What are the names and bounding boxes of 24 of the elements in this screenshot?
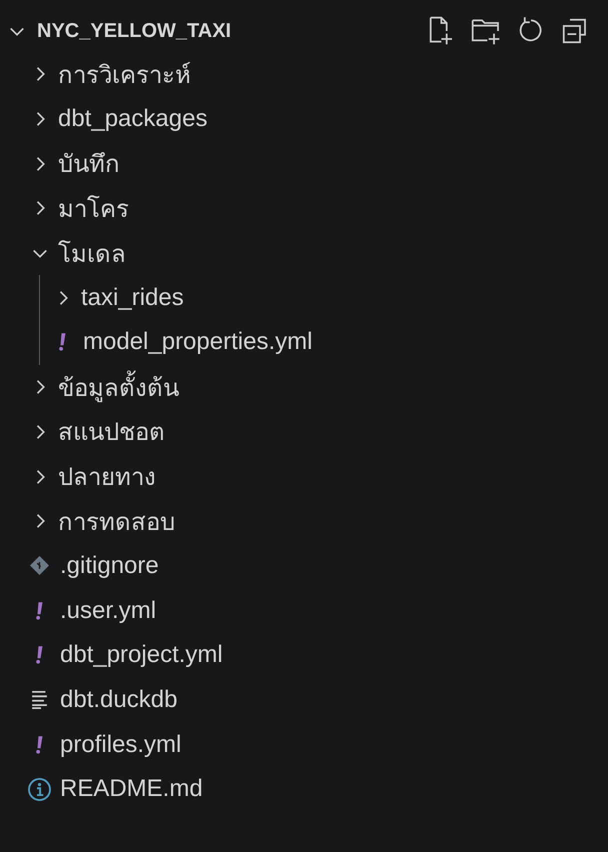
folder-name[interactable]: taxi_rides: [81, 284, 184, 312]
folder-name[interactable]: ข้อมูลตั้งต้น: [58, 368, 179, 407]
file-name[interactable]: dbt.duckdb: [60, 686, 178, 714]
exclamation-icon: [36, 602, 42, 620]
folder-name[interactable]: dbt_packages: [58, 105, 208, 134]
folder-name[interactable]: โมเดล: [58, 234, 126, 273]
file-name[interactable]: .gitignore: [60, 552, 159, 580]
text-lines-icon: [32, 690, 46, 709]
folder-name[interactable]: สแนปชอต: [58, 412, 165, 452]
exclamation-icon: [36, 736, 42, 754]
file-name[interactable]: .user.yml: [60, 596, 156, 625]
folder-name[interactable]: บันทึก: [58, 144, 120, 184]
folder-title: NYC_YELLOW_TAXI: [37, 20, 232, 42]
file-name[interactable]: profiles.yml: [60, 730, 182, 759]
file-name[interactable]: README.md: [60, 775, 203, 804]
file-name[interactable]: model_properties.yml: [83, 328, 312, 356]
folder-name[interactable]: มาโคร: [58, 188, 129, 228]
folder-name[interactable]: ปลายทาง: [58, 457, 156, 496]
folder-name[interactable]: การทดสอบ: [58, 502, 175, 541]
exclamation-icon: [58, 333, 66, 352]
info-icon: [28, 778, 50, 801]
file-name[interactable]: dbt_project.yml: [60, 641, 223, 670]
exclamation-icon: [36, 646, 42, 664]
folder-name[interactable]: การวิเคราะห์: [58, 54, 191, 94]
